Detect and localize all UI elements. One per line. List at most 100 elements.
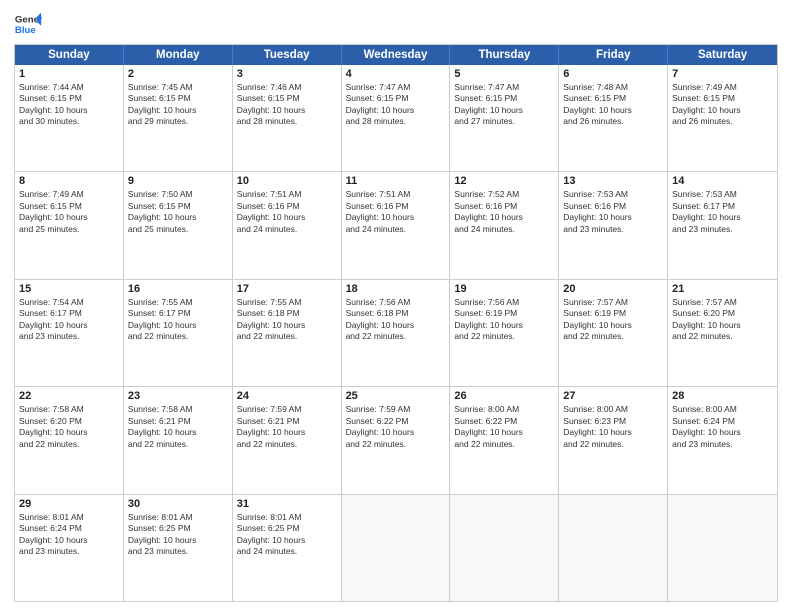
empty-cell [668, 495, 777, 601]
day-info: Sunrise: 7:56 AM Sunset: 6:18 PM Dayligh… [346, 297, 446, 343]
day-cell-11: 11 Sunrise: 7:51 AM Sunset: 6:16 PM Dayli… [342, 172, 451, 278]
day-cell-6: 6 Sunrise: 7:48 AM Sunset: 6:15 PM Daylig… [559, 65, 668, 171]
day-number: 26 [454, 390, 554, 402]
weekday-header-thursday: Thursday [450, 45, 559, 65]
day-cell-14: 14Sunrise: 7:53 AM Sunset: 6:17 PM Dayli… [668, 172, 777, 278]
day-cell-18: 18 Sunrise: 7:56 AM Sunset: 6:18 PM Dayli… [342, 280, 451, 386]
day-number: 10 [237, 175, 337, 187]
day-cell-20: 20 Sunrise: 7:57 AM Sunset: 6:19 PM Dayli… [559, 280, 668, 386]
day-number: 3 [237, 68, 337, 80]
calendar-row-2: 8 Sunrise: 7:49 AM Sunset: 6:15 PM Daylig… [15, 171, 777, 278]
calendar-row-5: 29 Sunrise: 8:01 AM Sunset: 6:24 PM Dayli… [15, 494, 777, 601]
calendar-container: General Blue SundayMondayTuesdayWednesda… [0, 0, 792, 612]
day-info: Sunrise: 7:47 AM Sunset: 6:15 PM Dayligh… [454, 82, 554, 128]
day-info: Sunrise: 7:52 AM Sunset: 6:16 PM Dayligh… [454, 189, 554, 235]
day-info: Sunrise: 7:46 AM Sunset: 6:15 PM Dayligh… [237, 82, 337, 128]
logo-icon: General Blue [14, 10, 42, 38]
day-number: 24 [237, 390, 337, 402]
day-cell-17: 17Sunrise: 7:55 AM Sunset: 6:18 PM Dayli… [233, 280, 342, 386]
day-number: 9 [128, 175, 228, 187]
day-number: 29 [19, 498, 119, 510]
day-cell-12: 12 Sunrise: 7:52 AM Sunset: 6:16 PM Dayli… [450, 172, 559, 278]
day-number: 8 [19, 175, 119, 187]
day-info: Sunrise: 7:53 AM Sunset: 6:17 PM Dayligh… [672, 189, 773, 235]
day-info: Sunrise: 7:51 AM Sunset: 6:16 PM Dayligh… [346, 189, 446, 235]
day-cell-2: 2Sunrise: 7:45 AM Sunset: 6:15 PM Daylig… [124, 65, 233, 171]
day-cell-9: 9 Sunrise: 7:50 AM Sunset: 6:15 PM Daylig… [124, 172, 233, 278]
day-info: Sunrise: 7:49 AM Sunset: 6:15 PM Dayligh… [672, 82, 773, 128]
day-cell-27: 27 Sunrise: 8:00 AM Sunset: 6:23 PM Dayli… [559, 387, 668, 493]
day-info: Sunrise: 7:53 AM Sunset: 6:16 PM Dayligh… [563, 189, 663, 235]
day-cell-1: 1Sunrise: 7:44 AM Sunset: 6:15 PM Daylig… [15, 65, 124, 171]
day-info: Sunrise: 7:57 AM Sunset: 6:19 PM Dayligh… [563, 297, 663, 343]
calendar-header: SundayMondayTuesdayWednesdayThursdayFrid… [15, 45, 777, 65]
day-info: Sunrise: 7:56 AM Sunset: 6:19 PM Dayligh… [454, 297, 554, 343]
day-info: Sunrise: 7:54 AM Sunset: 6:17 PM Dayligh… [19, 297, 119, 343]
day-info: Sunrise: 7:58 AM Sunset: 6:21 PM Dayligh… [128, 404, 228, 450]
day-number: 13 [563, 175, 663, 187]
day-cell-15: 15 Sunrise: 7:54 AM Sunset: 6:17 PM Dayli… [15, 280, 124, 386]
day-number: 12 [454, 175, 554, 187]
empty-cell [342, 495, 451, 601]
day-cell-30: 30 Sunrise: 8:01 AM Sunset: 6:25 PM Dayli… [124, 495, 233, 601]
calendar-row-4: 22Sunrise: 7:58 AM Sunset: 6:20 PM Dayli… [15, 386, 777, 493]
calendar-row-1: 1Sunrise: 7:44 AM Sunset: 6:15 PM Daylig… [15, 65, 777, 171]
day-info: Sunrise: 7:44 AM Sunset: 6:15 PM Dayligh… [19, 82, 119, 128]
day-info: Sunrise: 7:50 AM Sunset: 6:15 PM Dayligh… [128, 189, 228, 235]
day-cell-22: 22Sunrise: 7:58 AM Sunset: 6:20 PM Dayli… [15, 387, 124, 493]
empty-cell [450, 495, 559, 601]
day-cell-16: 16Sunrise: 7:55 AM Sunset: 6:17 PM Dayli… [124, 280, 233, 386]
day-cell-29: 29 Sunrise: 8:01 AM Sunset: 6:24 PM Dayli… [15, 495, 124, 601]
day-cell-13: 13 Sunrise: 7:53 AM Sunset: 6:16 PM Dayli… [559, 172, 668, 278]
day-number: 15 [19, 283, 119, 295]
day-number: 2 [128, 68, 228, 80]
header: General Blue [14, 10, 778, 38]
weekday-header-tuesday: Tuesday [233, 45, 342, 65]
day-info: Sunrise: 7:55 AM Sunset: 6:18 PM Dayligh… [237, 297, 337, 343]
day-info: Sunrise: 8:01 AM Sunset: 6:24 PM Dayligh… [19, 512, 119, 558]
day-info: Sunrise: 8:00 AM Sunset: 6:22 PM Dayligh… [454, 404, 554, 450]
day-number: 18 [346, 283, 446, 295]
day-cell-23: 23 Sunrise: 7:58 AM Sunset: 6:21 PM Dayli… [124, 387, 233, 493]
day-info: Sunrise: 7:47 AM Sunset: 6:15 PM Dayligh… [346, 82, 446, 128]
day-info: Sunrise: 8:01 AM Sunset: 6:25 PM Dayligh… [237, 512, 337, 558]
day-info: Sunrise: 7:59 AM Sunset: 6:21 PM Dayligh… [237, 404, 337, 450]
day-info: Sunrise: 7:57 AM Sunset: 6:20 PM Dayligh… [672, 297, 773, 343]
day-cell-8: 8 Sunrise: 7:49 AM Sunset: 6:15 PM Daylig… [15, 172, 124, 278]
day-cell-3: 3 Sunrise: 7:46 AM Sunset: 6:15 PM Daylig… [233, 65, 342, 171]
logo: General Blue [14, 10, 42, 38]
day-cell-26: 26 Sunrise: 8:00 AM Sunset: 6:22 PM Dayli… [450, 387, 559, 493]
day-number: 23 [128, 390, 228, 402]
day-cell-21: 21 Sunrise: 7:57 AM Sunset: 6:20 PM Dayli… [668, 280, 777, 386]
day-number: 27 [563, 390, 663, 402]
day-info: Sunrise: 7:48 AM Sunset: 6:15 PM Dayligh… [563, 82, 663, 128]
calendar: SundayMondayTuesdayWednesdayThursdayFrid… [14, 44, 778, 602]
day-number: 11 [346, 175, 446, 187]
weekday-header-wednesday: Wednesday [342, 45, 451, 65]
weekday-header-saturday: Saturday [668, 45, 777, 65]
day-info: Sunrise: 8:01 AM Sunset: 6:25 PM Dayligh… [128, 512, 228, 558]
day-number: 28 [672, 390, 773, 402]
calendar-body: 1Sunrise: 7:44 AM Sunset: 6:15 PM Daylig… [15, 65, 777, 601]
day-number: 31 [237, 498, 337, 510]
empty-cell [559, 495, 668, 601]
calendar-row-3: 15 Sunrise: 7:54 AM Sunset: 6:17 PM Dayli… [15, 279, 777, 386]
day-number: 25 [346, 390, 446, 402]
day-info: Sunrise: 7:58 AM Sunset: 6:20 PM Dayligh… [19, 404, 119, 450]
day-number: 30 [128, 498, 228, 510]
day-info: Sunrise: 7:55 AM Sunset: 6:17 PM Dayligh… [128, 297, 228, 343]
day-number: 6 [563, 68, 663, 80]
day-info: Sunrise: 8:00 AM Sunset: 6:23 PM Dayligh… [563, 404, 663, 450]
svg-text:Blue: Blue [15, 25, 36, 36]
day-number: 4 [346, 68, 446, 80]
day-cell-4: 4 Sunrise: 7:47 AM Sunset: 6:15 PM Daylig… [342, 65, 451, 171]
day-number: 21 [672, 283, 773, 295]
day-info: Sunrise: 7:59 AM Sunset: 6:22 PM Dayligh… [346, 404, 446, 450]
day-info: Sunrise: 7:49 AM Sunset: 6:15 PM Dayligh… [19, 189, 119, 235]
day-cell-25: 25 Sunrise: 7:59 AM Sunset: 6:22 PM Dayli… [342, 387, 451, 493]
day-number: 20 [563, 283, 663, 295]
weekday-header-sunday: Sunday [15, 45, 124, 65]
day-number: 7 [672, 68, 773, 80]
day-number: 19 [454, 283, 554, 295]
day-number: 5 [454, 68, 554, 80]
